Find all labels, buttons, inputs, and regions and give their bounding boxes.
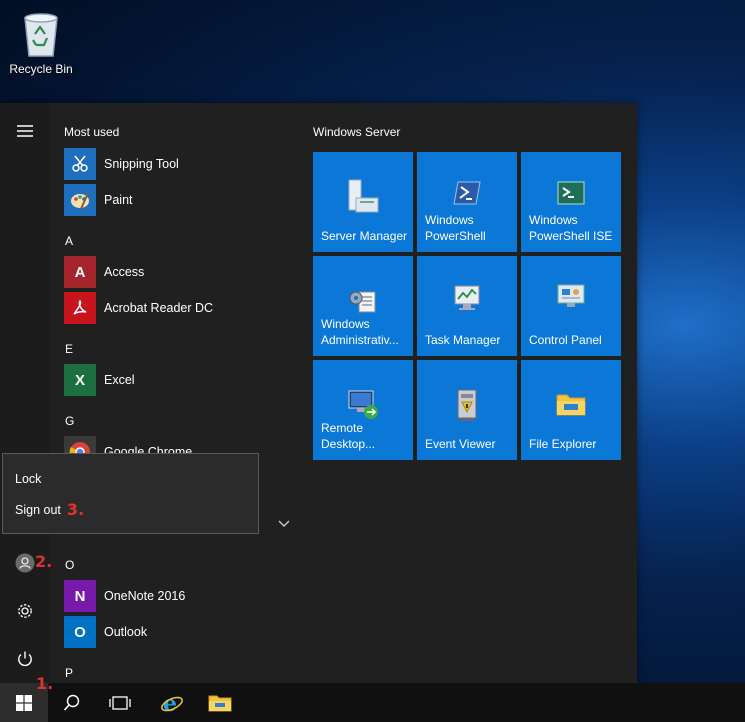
app-snipping-tool[interactable]: Snipping Tool bbox=[64, 147, 292, 181]
tile-label: Task Manager bbox=[425, 333, 501, 347]
hamburger-icon bbox=[17, 125, 33, 137]
letter-header-e[interactable]: E bbox=[65, 342, 73, 356]
task-manager-icon bbox=[417, 282, 517, 322]
tile-windows-administrative-tools[interactable]: Windows Administrativ... bbox=[313, 256, 413, 356]
settings-button[interactable] bbox=[0, 591, 50, 631]
file-explorer-icon bbox=[521, 390, 621, 430]
user-avatar-icon bbox=[15, 553, 35, 573]
tile-remote-desktop[interactable]: Remote Desktop... bbox=[313, 360, 413, 460]
most-used-heading: Most used bbox=[64, 125, 120, 139]
app-name: Excel bbox=[104, 373, 135, 387]
lock-menu-item[interactable]: Lock bbox=[15, 472, 41, 486]
tile-task-manager[interactable]: Task Manager bbox=[417, 256, 517, 356]
account-popup: Lock Sign out 3. bbox=[2, 453, 259, 534]
tile-label: Server Manager bbox=[321, 229, 408, 243]
scroll-down-arrow[interactable] bbox=[278, 515, 290, 533]
paint-icon bbox=[64, 184, 96, 216]
outlook-icon: O bbox=[64, 616, 96, 648]
letter-header-o[interactable]: O bbox=[65, 558, 74, 572]
app-name: Snipping Tool bbox=[104, 157, 179, 171]
recycle-bin-label: Recycle Bin bbox=[9, 62, 73, 76]
taskbar-search-button[interactable] bbox=[48, 683, 96, 722]
app-list[interactable]: Most used Snipping Tool Paint A A Access… bbox=[52, 103, 294, 683]
snipping-tool-icon bbox=[64, 148, 96, 180]
sign-out-label: Sign out bbox=[15, 502, 61, 517]
power-icon bbox=[18, 651, 32, 667]
recycle-bin-icon bbox=[19, 8, 63, 58]
access-icon: A bbox=[64, 256, 96, 288]
windows-logo-icon bbox=[16, 694, 32, 711]
tile-windows-powershell[interactable]: Windows PowerShell bbox=[417, 152, 517, 252]
internet-explorer-icon: e bbox=[161, 691, 183, 715]
tile-file-explorer[interactable]: File Explorer bbox=[521, 360, 621, 460]
tile-label: File Explorer bbox=[529, 437, 597, 451]
task-view-icon bbox=[109, 695, 131, 710]
app-access[interactable]: A Access bbox=[64, 255, 292, 289]
app-paint[interactable]: Paint bbox=[64, 183, 292, 217]
tile-label: Windows PowerShell bbox=[425, 213, 486, 243]
user-account-button[interactable]: 2. bbox=[0, 543, 53, 583]
letter-header-g[interactable]: G bbox=[65, 414, 74, 428]
annotation-step-1: 1. bbox=[36, 674, 54, 693]
annotation-step-2: 2. bbox=[35, 552, 53, 571]
chevron-down-icon bbox=[278, 520, 290, 527]
tile-control-panel[interactable]: Control Panel bbox=[521, 256, 621, 356]
tiles-group-title[interactable]: Windows Server bbox=[313, 125, 400, 139]
tile-event-viewer[interactable]: Event Viewer bbox=[417, 360, 517, 460]
annotation-step-3: 3. bbox=[66, 500, 85, 519]
app-onenote[interactable]: N OneNote 2016 bbox=[64, 579, 292, 613]
app-name: OneNote 2016 bbox=[104, 589, 186, 603]
onenote-icon: N bbox=[64, 580, 96, 612]
search-icon bbox=[63, 694, 80, 711]
app-acrobat-reader[interactable]: Acrobat Reader DC bbox=[64, 291, 292, 325]
app-name: Acrobat Reader DC bbox=[104, 301, 214, 315]
app-name: Outlook bbox=[104, 625, 148, 639]
start-menu-rail: 2. bbox=[0, 103, 53, 683]
power-button[interactable] bbox=[0, 639, 50, 679]
taskbar-file-explorer[interactable] bbox=[196, 683, 244, 722]
start-menu: 2. Most used Snipping Tool Paint A A Acc… bbox=[0, 103, 637, 683]
app-excel[interactable]: X Excel bbox=[64, 363, 292, 397]
folder-icon bbox=[208, 695, 232, 711]
app-outlook[interactable]: O Outlook bbox=[64, 615, 292, 649]
sign-out-menu-item[interactable]: Sign out 3. bbox=[15, 500, 84, 519]
acrobat-icon bbox=[64, 292, 96, 324]
control-panel-icon bbox=[521, 282, 621, 322]
tile-label: Remote Desktop... bbox=[321, 421, 376, 451]
hamburger-menu-button[interactable] bbox=[0, 111, 50, 151]
task-view-button[interactable] bbox=[96, 683, 144, 722]
tile-label: Windows Administrativ... bbox=[321, 317, 399, 347]
excel-icon: X bbox=[64, 364, 96, 396]
tile-label: Event Viewer bbox=[425, 437, 496, 451]
tile-server-manager[interactable]: Server Manager bbox=[313, 152, 413, 252]
event-viewer-icon bbox=[417, 388, 517, 428]
taskbar-internet-explorer[interactable]: e bbox=[148, 683, 196, 722]
tile-label: Windows PowerShell ISE bbox=[529, 213, 613, 243]
gear-icon bbox=[18, 604, 32, 618]
taskbar: e 1. bbox=[0, 674, 745, 722]
tile-label: Control Panel bbox=[529, 333, 602, 347]
app-name: Access bbox=[104, 265, 145, 279]
lock-label: Lock bbox=[15, 472, 42, 486]
letter-header-p[interactable]: P bbox=[65, 666, 73, 680]
app-name: Paint bbox=[104, 193, 133, 207]
letter-header-a[interactable]: A bbox=[65, 234, 73, 248]
server-manager-icon bbox=[313, 178, 413, 218]
recycle-bin-desktop-icon[interactable]: Recycle Bin bbox=[6, 8, 76, 76]
tile-windows-powershell-ise[interactable]: Windows PowerShell ISE bbox=[521, 152, 621, 252]
